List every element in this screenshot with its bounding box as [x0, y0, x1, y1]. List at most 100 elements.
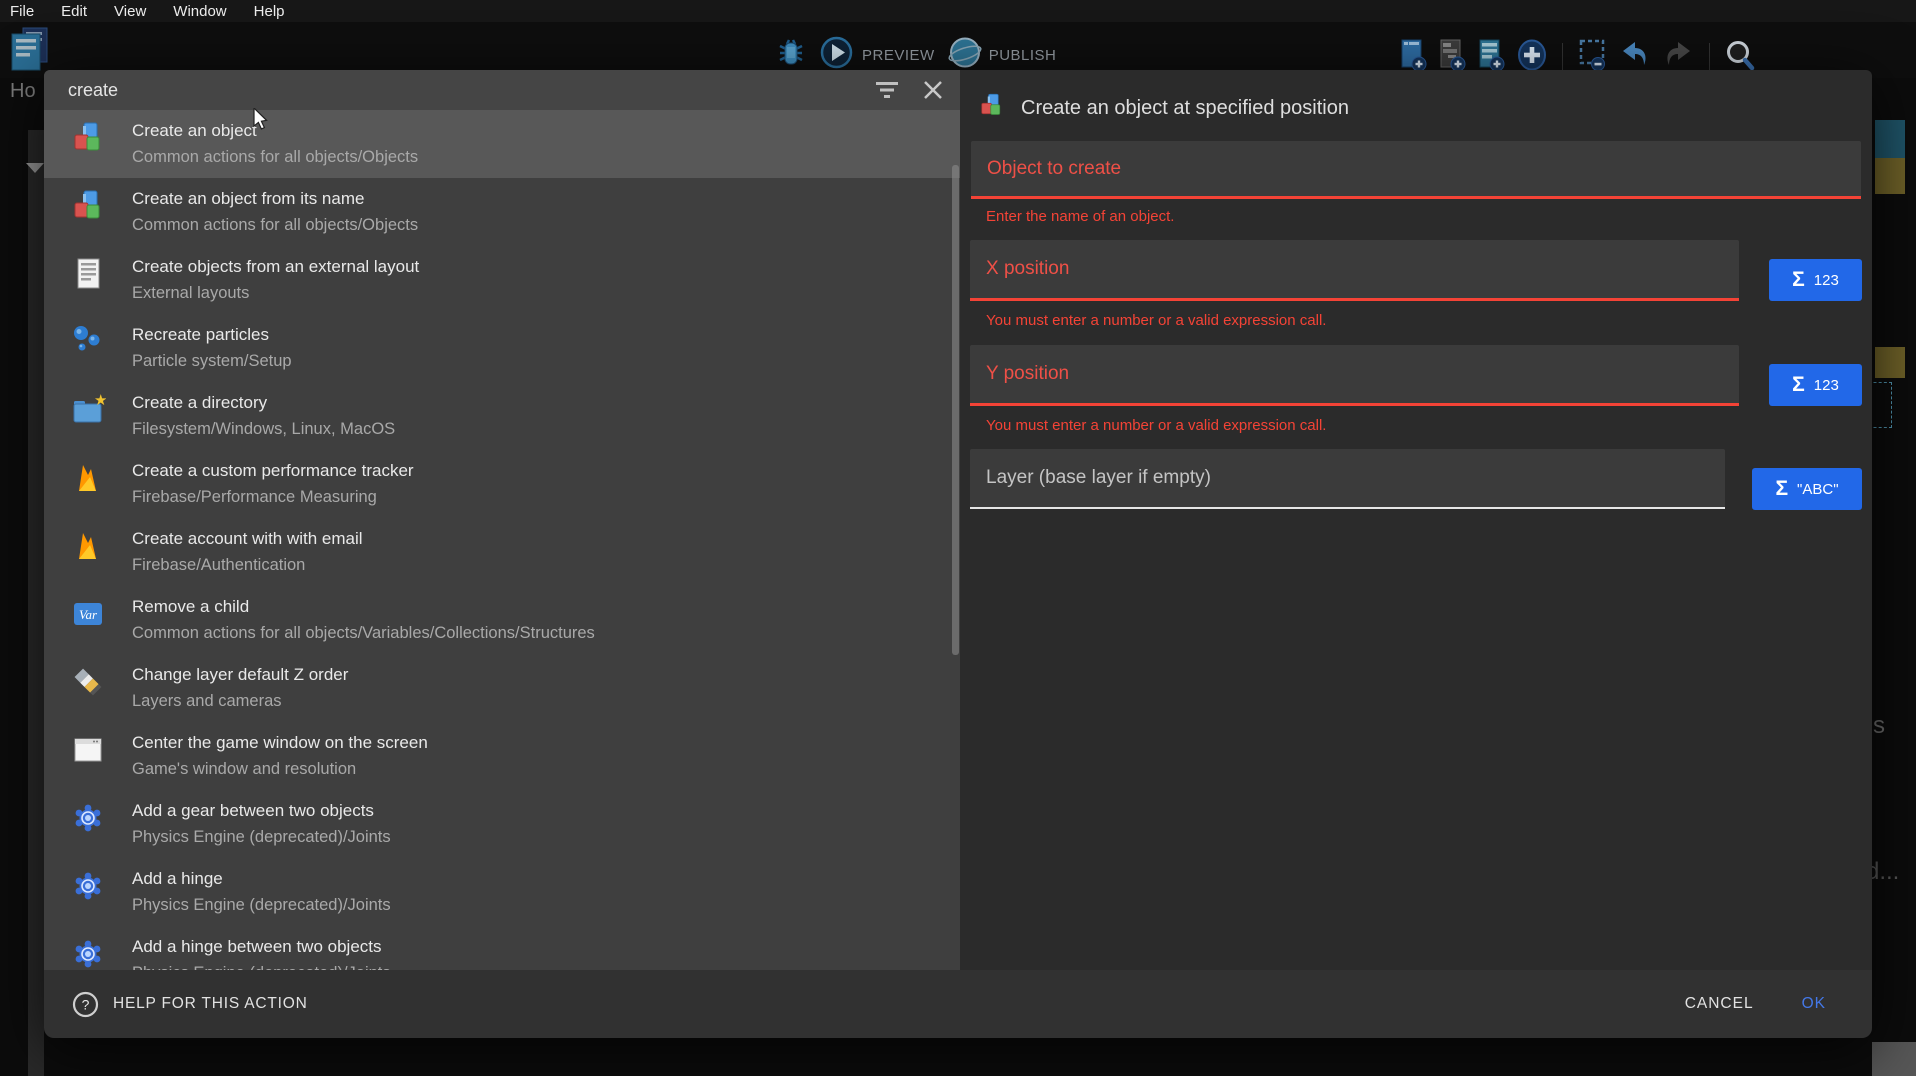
field-message: Enter the name of an object. [970, 199, 1862, 240]
result-subtitle: Common actions for all objects/Variables… [132, 624, 595, 642]
debug-bug-icon[interactable] [776, 38, 806, 73]
chevron-down-icon [26, 163, 44, 173]
search-input[interactable]: create [44, 70, 960, 110]
y-position-placeholder: Y position [986, 363, 1069, 385]
result-text: Add a hinge between two objectsPhysics E… [132, 926, 391, 970]
result-row[interactable]: Center the game window on the screenGame… [44, 722, 960, 790]
result-text: Create an object from its name Common act… [132, 178, 418, 234]
external-layout-icon [70, 256, 106, 292]
result-text: Center the game window on the screenGame… [132, 722, 428, 778]
background-panel-edge [28, 130, 44, 1076]
close-icon[interactable] [922, 79, 944, 101]
help-button[interactable]: ? HELP FOR THIS ACTION [72, 991, 308, 1018]
result-text: Create an objectCommon actions for all o… [132, 110, 418, 166]
search-results-list: Create an object Common actions for all o… [44, 110, 960, 970]
result-title: Change layer default Z order [132, 665, 348, 684]
filter-icon[interactable] [874, 78, 900, 102]
menu-help[interactable]: Help [254, 3, 285, 20]
result-subtitle: Firebase/Performance Measuring [132, 488, 414, 506]
toolbar-divider [1709, 43, 1710, 73]
publish-button[interactable]: PUBLISH [989, 47, 1057, 64]
screen: File Edit View Window Help [0, 0, 1916, 1076]
project-manager-icon[interactable] [8, 26, 50, 77]
layer-input[interactable]: Layer (base layer if empty) [970, 449, 1725, 509]
help-circle-icon: ? [72, 991, 99, 1018]
result-title: Center the game window on the screen [132, 733, 428, 752]
result-text: Recreate particles Particle system/Setup [132, 314, 292, 370]
result-row[interactable]: ★ Create a directory Filesystem/Windows, L… [44, 382, 960, 450]
result-title: Create a directory [132, 393, 395, 412]
particles-icon [70, 324, 106, 360]
preview-play-icon[interactable] [820, 36, 853, 74]
preview-button[interactable]: PREVIEW [862, 47, 935, 64]
result-title: Add a hinge between two objects [132, 937, 391, 956]
result-subtitle: Common actions for all objects/Objects [132, 216, 418, 234]
result-text: Add a hingePhysics Engine (deprecated)/J… [132, 858, 391, 914]
cancel-button[interactable]: CANCEL [1685, 995, 1754, 1013]
svg-text:★: ★ [94, 392, 106, 409]
menu-edit[interactable]: Edit [61, 3, 87, 20]
result-row[interactable]: Create a custom performance trackerFireb… [44, 450, 960, 518]
result-row[interactable]: Recreate particles Particle system/Setup [44, 314, 960, 382]
action-detail-panel: Create an object at specified position O… [960, 70, 1872, 970]
firebase-flame-icon [70, 528, 106, 564]
x-position-input[interactable]: X position [970, 240, 1739, 301]
result-subtitle: Physics Engine (deprecated)/Joints [132, 828, 391, 846]
result-row[interactable]: Create objects from an external layoutEx… [44, 246, 960, 314]
menu-file[interactable]: File [10, 3, 34, 20]
result-text: Create account with with emailFirebase/A… [132, 518, 363, 574]
menu-window[interactable]: Window [173, 3, 226, 20]
result-title: Recreate particles [132, 325, 292, 344]
result-text: Change layer default Z order Layers and c… [132, 654, 348, 710]
scene-text-fragment: s [1873, 712, 1885, 740]
physics-gear-icon [70, 868, 106, 904]
expression-builder-button[interactable]: Σ123 [1769, 364, 1862, 406]
scrollbar-thumb[interactable] [952, 165, 959, 655]
toolbar-divider [1562, 43, 1563, 73]
menu-view[interactable]: View [114, 3, 146, 20]
result-row[interactable]: Add a gear between two objectsPhysics En… [44, 790, 960, 858]
svg-text:Var: Var [79, 607, 98, 622]
result-subtitle: Particle system/Setup [132, 352, 292, 370]
result-row[interactable]: Create account with with emailFirebase/A… [44, 518, 960, 586]
field-message: You must enter a number or a valid expre… [970, 406, 1862, 449]
expression-type-label: 123 [1814, 377, 1839, 394]
scene-object-fragment [1875, 347, 1905, 378]
expression-builder-button[interactable]: Σ123 [1769, 259, 1862, 301]
result-subtitle: Layers and cameras [132, 692, 348, 710]
scene-object-fragment [1872, 1042, 1916, 1076]
result-row[interactable]: Change layer default Z order Layers and c… [44, 654, 960, 722]
x-position-placeholder: X position [986, 258, 1069, 280]
variable-badge-icon: Var [70, 596, 106, 632]
result-title: Create an object [132, 121, 418, 140]
result-title: Create an object from its name [132, 189, 418, 208]
result-row[interactable]: Add a hinge between two objectsPhysics E… [44, 926, 960, 970]
expression-type-label: "ABC" [1797, 481, 1839, 498]
result-text: Create a custom performance trackerFireb… [132, 450, 414, 506]
objects-cubes-icon [70, 120, 106, 156]
publish-globe-icon[interactable] [948, 36, 982, 74]
field-row-x-position: X position Σ123 [970, 240, 1862, 301]
detail-header: Create an object at specified position [970, 70, 1862, 130]
result-title: Remove a child [132, 597, 595, 616]
result-row[interactable]: Add a hingePhysics Engine (deprecated)/J… [44, 858, 960, 926]
physics-gear-icon [70, 800, 106, 836]
ok-button[interactable]: OK [1802, 995, 1826, 1013]
object-to-create-placeholder: Object to create [987, 158, 1121, 180]
layer-placeholder: Layer (base layer if empty) [986, 467, 1211, 489]
result-row[interactable]: Var Remove a child Common actions for all … [44, 586, 960, 654]
objects-cubes-icon [978, 92, 1005, 124]
result-row[interactable]: Create an objectCommon actions for all o… [44, 110, 960, 178]
help-label: HELP FOR THIS ACTION [113, 995, 308, 1013]
sigma-icon: Σ [1775, 477, 1788, 501]
field-message: You must enter a number or a valid expre… [970, 301, 1862, 345]
field-row-layer: Layer (base layer if empty) Σ "ABC" [970, 449, 1862, 510]
expression-builder-button[interactable]: Σ "ABC" [1752, 468, 1862, 510]
expression-type-label: 123 [1814, 272, 1839, 289]
result-row[interactable]: Create an object from its name Common act… [44, 178, 960, 246]
object-to-create-input[interactable]: Object to create [971, 141, 1861, 199]
dialog-footer: ? HELP FOR THIS ACTION CANCEL OK [44, 970, 1872, 1038]
result-subtitle: Filesystem/Windows, Linux, MacOS [132, 420, 395, 438]
y-position-input[interactable]: Y position [970, 345, 1739, 406]
physics-gear-icon [70, 936, 106, 970]
